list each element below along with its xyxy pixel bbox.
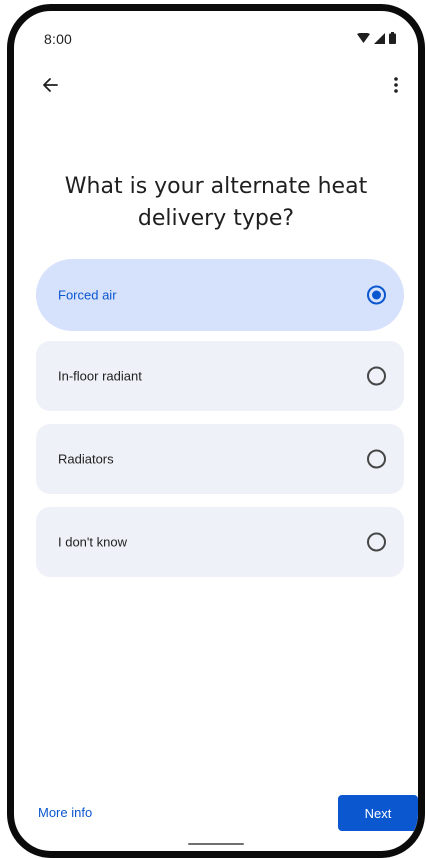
signal-icon <box>374 31 385 49</box>
home-indicator[interactable] <box>188 843 244 845</box>
question-title: What is your alternate heat delivery typ… <box>64 174 368 231</box>
radio-selected-icon[interactable] <box>367 285 386 305</box>
options-list: Forced air In-floor radiant Radiators I … <box>36 259 404 590</box>
status-icons <box>357 31 396 49</box>
status-bar: 8:00 <box>14 11 418 55</box>
wifi-icon <box>357 31 370 49</box>
option-label: In-floor radiant <box>58 368 142 384</box>
more-vert-icon[interactable] <box>384 71 408 99</box>
app-bar <box>14 67 418 107</box>
battery-icon <box>389 31 396 49</box>
option-label: I don't know <box>58 534 127 550</box>
option-label: Radiators <box>58 451 114 467</box>
option-forced-air[interactable]: Forced air <box>36 259 404 331</box>
radio-unselected-icon[interactable] <box>367 532 386 552</box>
option-dont-know[interactable]: I don't know <box>36 507 404 577</box>
radio-unselected-icon[interactable] <box>367 449 386 469</box>
option-label: Forced air <box>58 287 117 303</box>
option-in-floor-radiant[interactable]: In-floor radiant <box>36 341 404 411</box>
arrow-back-icon[interactable] <box>36 71 64 99</box>
next-button[interactable]: Next <box>338 795 418 831</box>
more-info-link[interactable]: More info <box>38 805 92 820</box>
phone-frame: 8:00 What is your alternate heat deliver… <box>7 4 425 858</box>
option-radiators[interactable]: Radiators <box>36 424 404 494</box>
radio-unselected-icon[interactable] <box>367 366 386 386</box>
status-time: 8:00 <box>44 31 73 47</box>
